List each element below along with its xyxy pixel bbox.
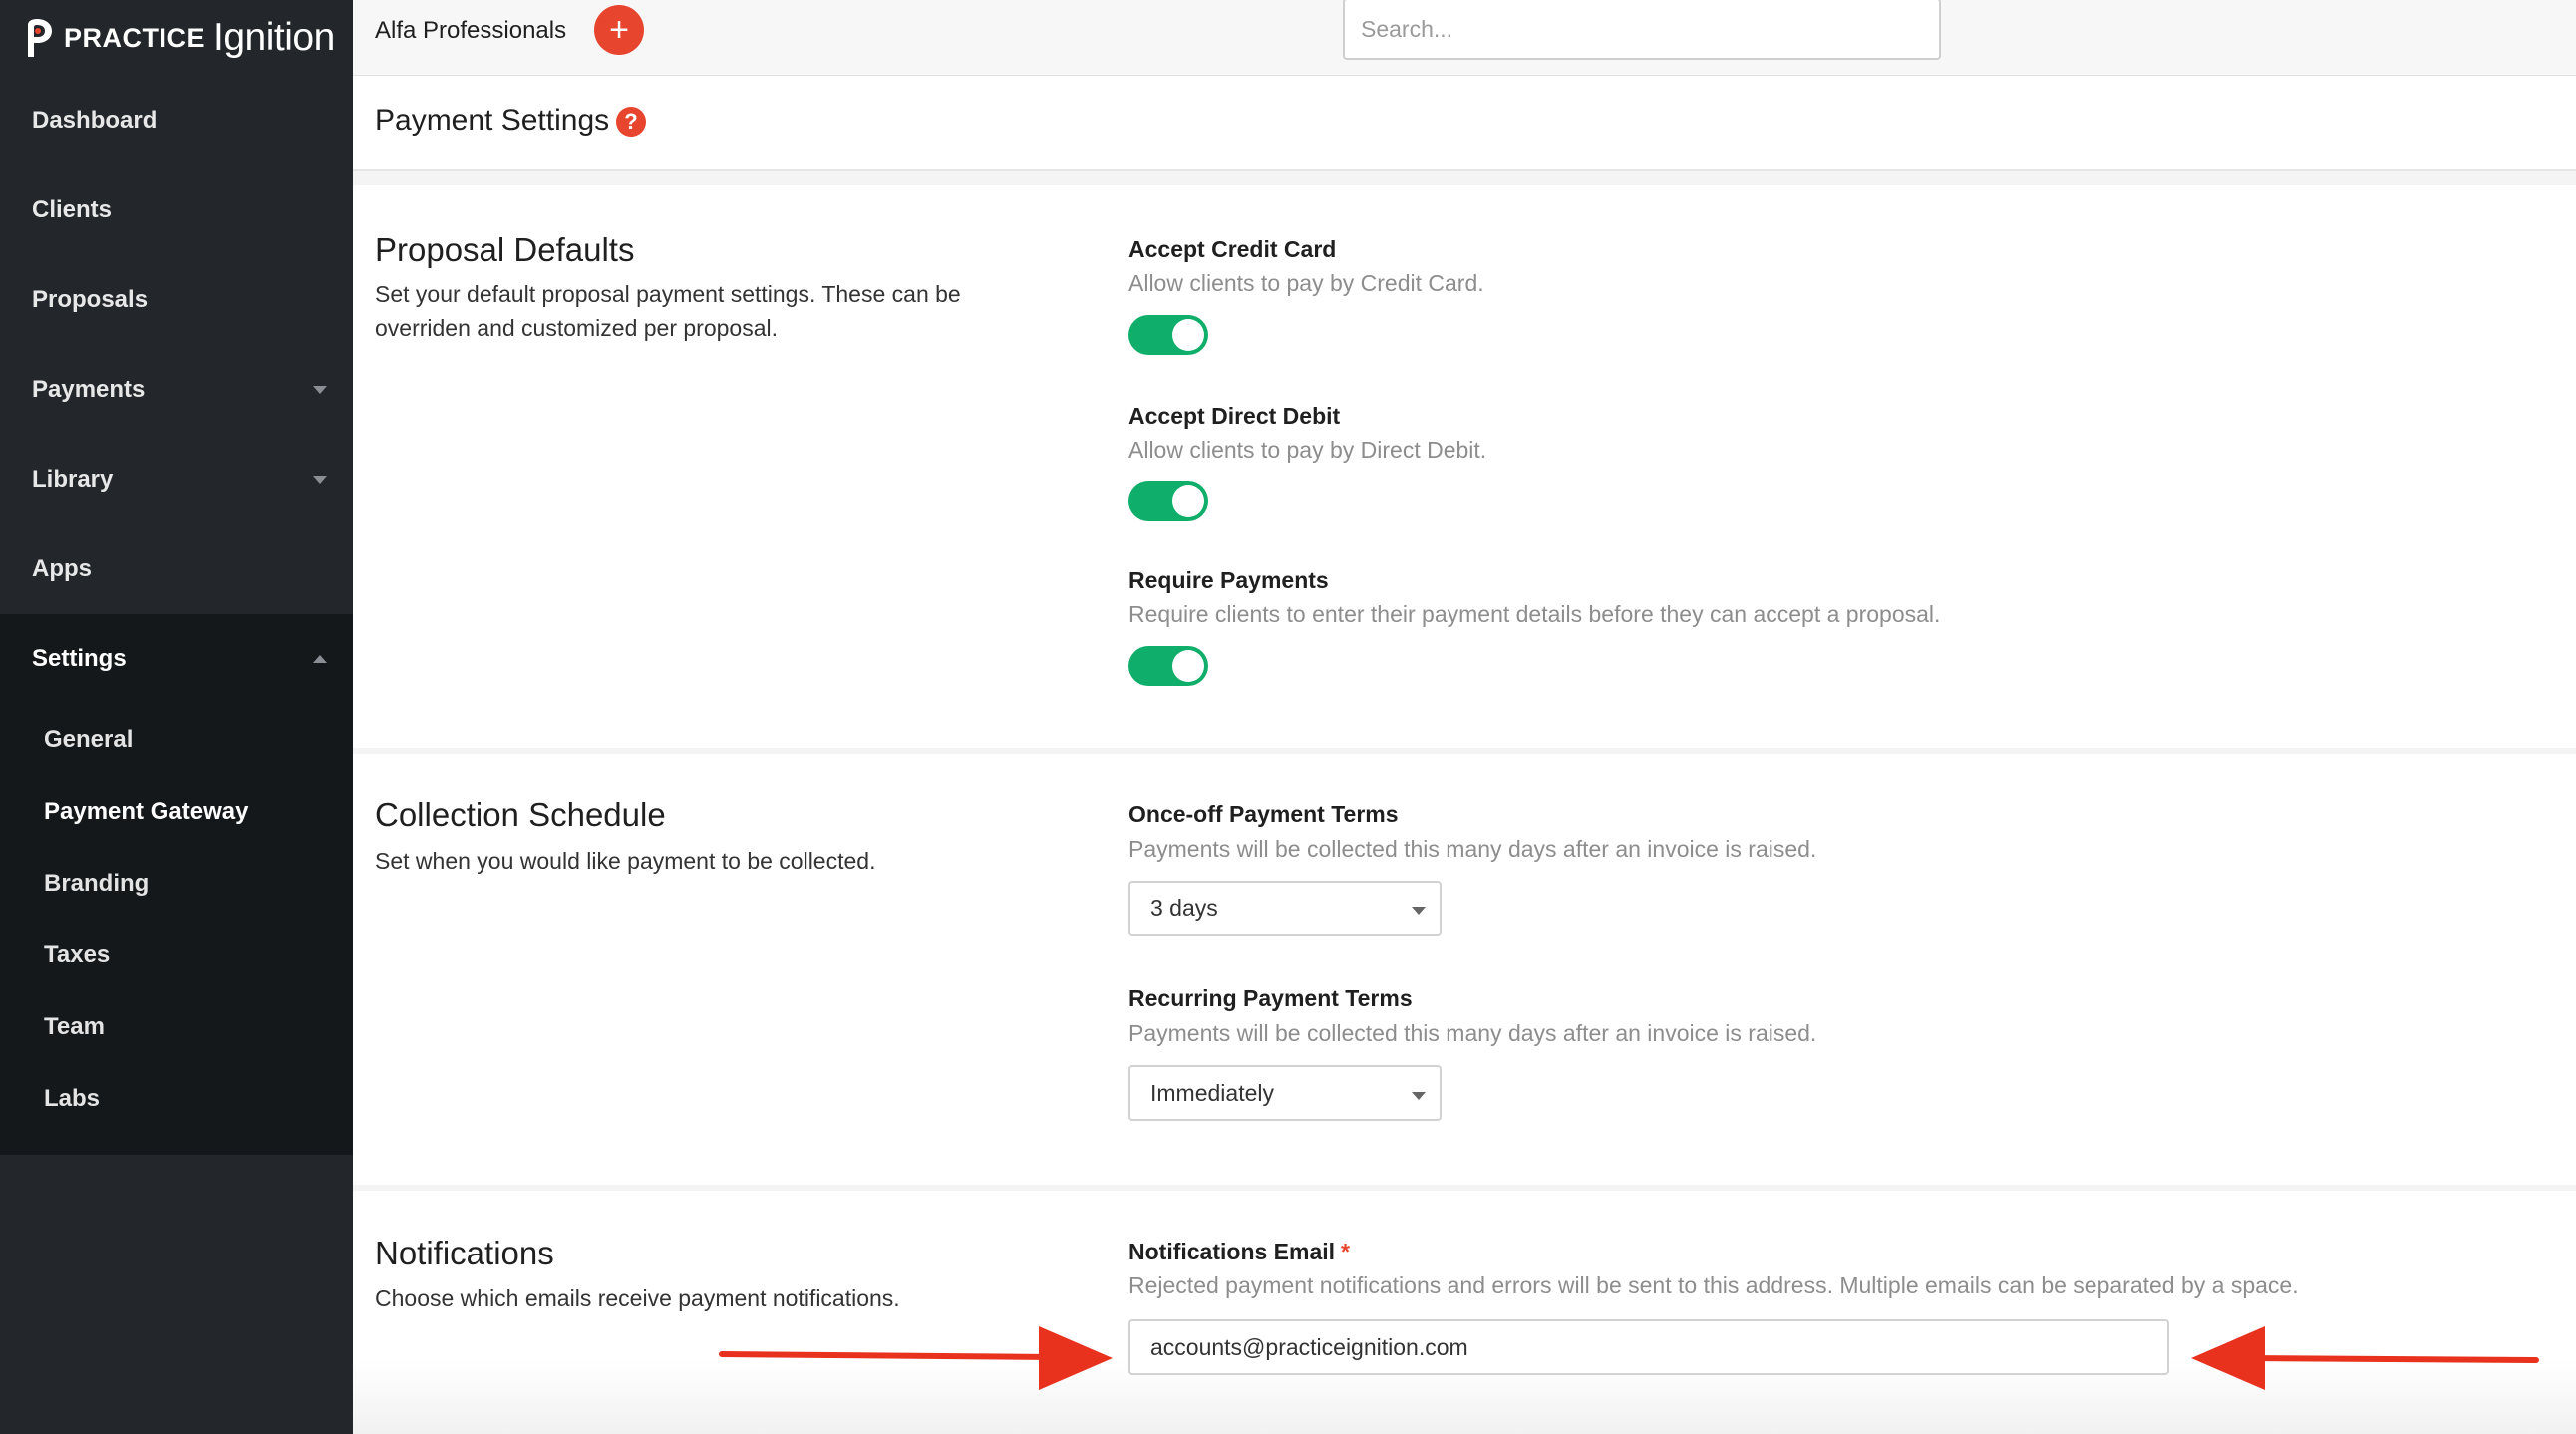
field-label: Once-off Payment Terms [1128,801,1399,827]
select-value: Immediately [1150,1080,1274,1106]
sidebar-settings-group: Settings General Payment Gateway Brandin… [0,614,353,1155]
section-heading: Notifications [375,1235,554,1271]
once-off-terms-select[interactable]: 3 days [1128,881,1442,936]
sidebar-subitem-label: General [44,726,134,753]
page-header: Payment Settings ? [353,76,2576,171]
sidebar-subitem-team[interactable]: Team [0,991,353,1063]
sidebar-subitem-label: Taxes [44,941,111,968]
organization-name[interactable]: Alfa Professionals [375,17,566,45]
collection-schedule-section: Collection Schedule Set when you would l… [353,754,2576,1185]
section-heading: Proposal Defaults [375,231,635,268]
chevron-down-icon [1412,1092,1426,1100]
field-help: Allow clients to pay by Credit Card. [1128,270,1484,296]
sidebar-item-label: Proposals [32,286,149,313]
toggle-knob [1172,650,1204,682]
section-heading: Collection Schedule [375,796,666,833]
sidebar-subitem-labs[interactable]: Labs [0,1063,353,1135]
chevron-up-icon [313,655,327,663]
field-help: Payments will be collected this many day… [1128,836,1817,862]
sidebar-item-label: Library [32,466,114,493]
notifications-email-label: Notifications Email * [1128,1239,1350,1265]
search-input[interactable] [1343,0,1941,60]
sidebar-item-label: Clients [32,196,113,223]
sidebar-item-proposals[interactable]: Proposals [0,255,353,345]
sidebar-item-label: Payments [32,376,146,403]
sidebar-subitem-payment-gateway[interactable]: Payment Gateway [0,776,353,848]
page-title: Payment Settings [375,104,610,137]
toggle-knob [1172,485,1204,517]
sidebar-item-apps[interactable]: Apps [0,525,353,614]
field-label: Accept Direct Debit [1128,403,1341,429]
annotation-arrow-right-icon [719,1326,1113,1390]
field-help: Rejected payment notifications and error… [1128,1272,2299,1298]
sidebar-item-clients[interactable]: Clients [0,166,353,255]
chevron-down-icon [313,476,327,484]
chevron-down-icon [313,386,327,394]
sidebar-item-settings[interactable]: Settings [0,614,353,704]
field-help: Payments will be collected this many day… [1128,1020,1817,1046]
sidebar-item-library[interactable]: Library [0,435,353,525]
section-description: Set when you would like payment to be co… [375,848,876,874]
sidebar-item-label: Settings [32,645,127,672]
sidebar: PRACTICE Ignition Dashboard Clients Prop… [0,0,353,1434]
sidebar-subitem-label: Labs [44,1085,101,1112]
recurring-terms-select[interactable]: Immediately [1128,1065,1442,1121]
chevron-down-icon [1412,907,1426,915]
brand-ignition-text: Ignition [213,16,335,59]
field-label: Require Payments [1128,567,1329,593]
sidebar-subitem-label: Team [44,1013,105,1040]
sidebar-item-dashboard[interactable]: Dashboard [0,76,353,166]
practice-ignition-logo-icon [28,19,52,57]
select-value: 3 days [1150,896,1218,921]
required-asterisk: * [1341,1239,1350,1264]
notifications-email-input[interactable] [1128,1319,2169,1375]
brand-logo[interactable]: PRACTICE Ignition [22,10,335,66]
sidebar-item-payments[interactable]: Payments [0,345,353,435]
field-help: Require clients to enter their payment d… [1128,601,1941,627]
sidebar-subitem-label: Payment Gateway [44,798,249,825]
add-button[interactable]: + [594,5,644,55]
help-icon[interactable]: ? [616,107,646,137]
section-description: Set your default proposal payment settin… [375,281,961,341]
sidebar-nav: Dashboard Clients Proposals Payments Lib… [0,76,353,1155]
annotation-arrow-left-icon [2191,1326,2539,1390]
accept-credit-card-toggle[interactable] [1128,315,1208,355]
section-description: Choose which emails receive payment noti… [375,1285,900,1311]
sidebar-subitem-taxes[interactable]: Taxes [0,919,353,991]
proposal-defaults-section: Proposal Defaults Set your default propo… [353,185,2576,748]
brand-practice-text: PRACTICE [64,22,206,53]
sidebar-item-label: Apps [32,555,92,582]
toggle-knob [1172,319,1204,351]
field-label: Recurring Payment Terms [1128,985,1413,1011]
accept-direct-debit-toggle[interactable] [1128,481,1208,521]
field-help: Allow clients to pay by Direct Debit. [1128,437,1487,463]
sidebar-subitem-label: Branding [44,870,150,896]
sidebar-subitem-branding[interactable]: Branding [0,848,353,919]
sidebar-subitem-general[interactable]: General [0,704,353,776]
top-bar: Alfa Professionals + [353,0,2576,76]
field-label-text: Notifications Email [1128,1239,1336,1264]
sidebar-item-label: Dashboard [32,107,158,134]
require-payments-toggle[interactable] [1128,646,1208,686]
field-label: Accept Credit Card [1128,236,1337,262]
